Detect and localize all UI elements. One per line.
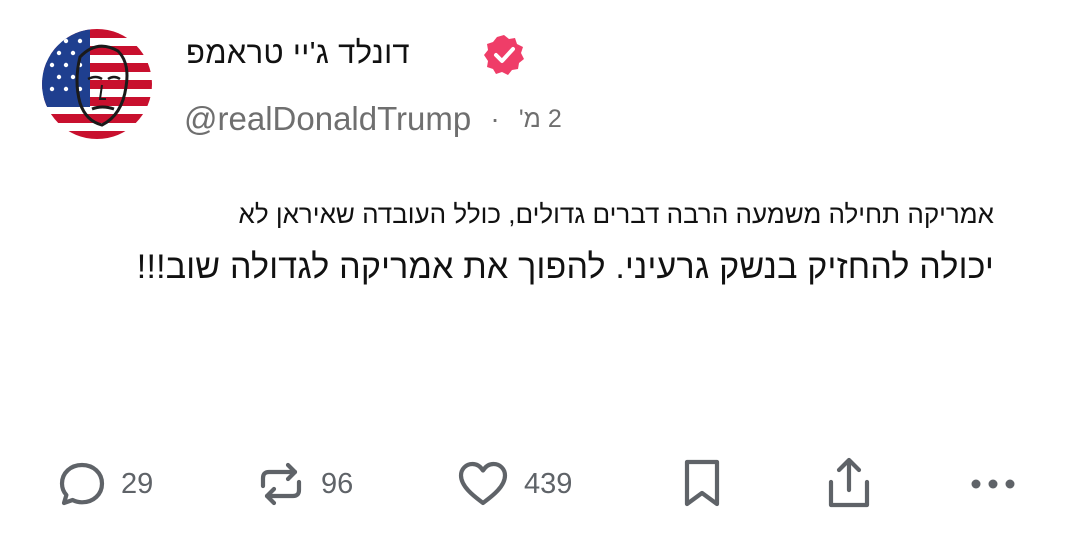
bookmark-icon [680,457,724,511]
heart-icon [456,459,510,509]
reply-button[interactable]: 29 [57,456,153,512]
more-dots-icon [968,476,1018,492]
repost-arrows-icon [255,458,307,510]
post-text-line-1: אמריקה תחילה משמעה הרבה דברים גדולים, כו… [238,199,994,229]
share-button[interactable] [824,456,874,512]
author-meta-row: @realDonaldTrump · 2 מ' [184,98,562,140]
reply-count: 29 [121,467,154,500]
meta-separator: · [490,103,500,135]
avatar[interactable] [42,29,152,139]
more-options-button[interactable] [968,456,1018,512]
flag-portrait-image [42,29,152,139]
share-upload-icon [824,456,874,512]
verified-badge-icon [482,33,526,77]
bookmark-button[interactable] [680,456,724,512]
repost-button[interactable]: 96 [255,456,353,512]
author-display-name[interactable]: דונלד ג'יי טראמפ [186,35,410,71]
author-name-row: דונלד ג'יי טראמפ [186,33,546,77]
post-text-line-2: יכולה להחזיק בנשק גרעיני. להפוך את אמריק… [136,248,994,286]
speech-bubble-icon [57,459,107,509]
like-button[interactable]: 439 [456,456,572,512]
author-handle[interactable]: @realDonaldTrump [184,100,471,138]
repost-count: 96 [321,467,354,500]
post-timestamp: 2 מ' [518,104,562,133]
like-count: 439 [524,467,573,500]
post-body: אמריקה תחילה משמעה הרבה דברים גדולים, כו… [114,197,994,287]
